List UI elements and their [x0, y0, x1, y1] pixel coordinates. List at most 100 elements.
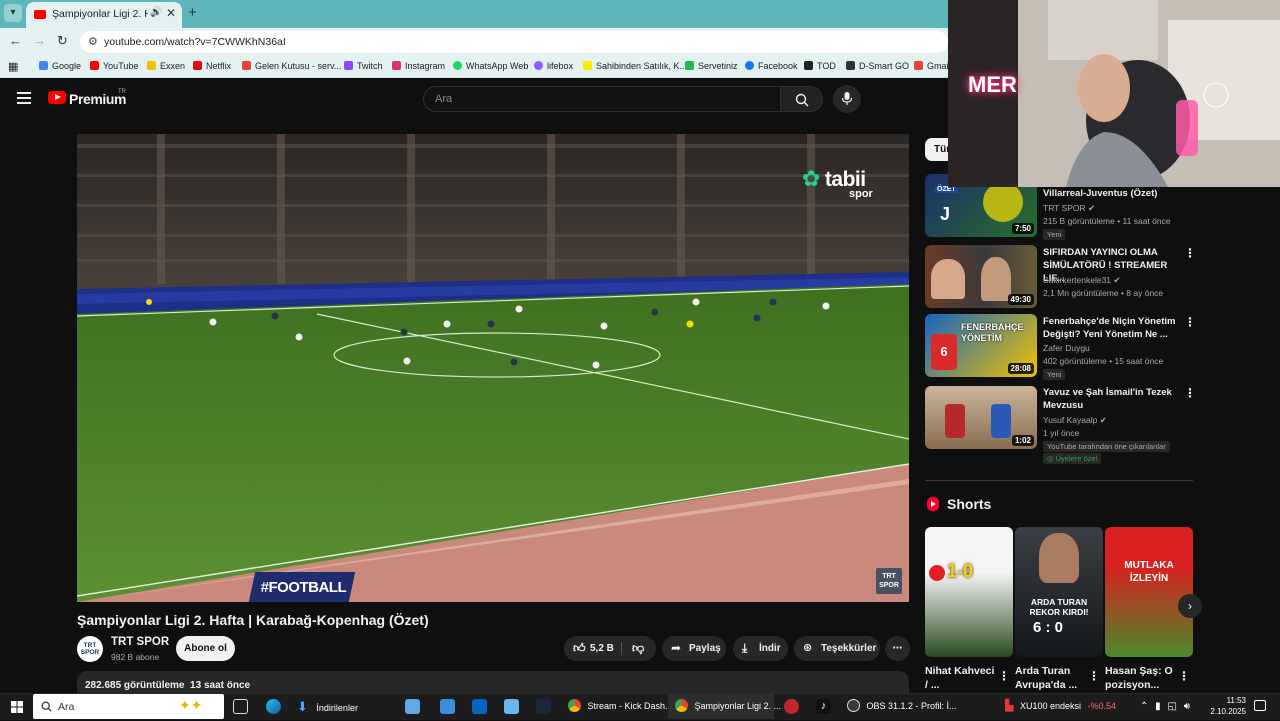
- rec-title[interactable]: Fenerbahçe'de Niçin Yönetim Değişti? Yen…: [1043, 315, 1179, 341]
- hamburger-menu-icon[interactable]: [17, 92, 31, 104]
- taskbar-search-input[interactable]: Ara ✦✦: [33, 694, 224, 719]
- bookmark-gmail[interactable]: Gmail: [914, 61, 951, 71]
- rec-featured-badge: YouTube tarafından öne çıkarılanlar: [1043, 441, 1170, 452]
- rec-thumbnail[interactable]: 1:02: [925, 386, 1037, 449]
- like-button[interactable]: 👍︎ 5,2 B: [564, 636, 620, 661]
- bookmarks-bar: ▦ Google YouTube Exxen Netflix Gelen Kut…: [0, 56, 951, 78]
- rec-more-icon[interactable]: ⋮: [1184, 315, 1196, 329]
- task-view-icon[interactable]: [233, 699, 248, 714]
- shorts-heading: Shorts: [947, 496, 992, 512]
- thanks-button[interactable]: ⊛ Teşekkürler: [794, 636, 880, 661]
- short-thumbnail[interactable]: 1-0: [925, 527, 1013, 657]
- tab-search-icon[interactable]: ▾: [4, 4, 22, 22]
- clock-date: 2.10.2025: [1210, 707, 1246, 716]
- share-button[interactable]: ➦ Paylaş: [662, 636, 726, 661]
- chevron-right-icon[interactable]: ›: [1178, 594, 1202, 618]
- new-tab-icon[interactable]: +: [188, 4, 197, 21]
- store-icon[interactable]: [405, 699, 420, 714]
- tiktok-icon[interactable]: ♪: [816, 699, 831, 714]
- steam-icon[interactable]: [536, 699, 551, 714]
- search-input[interactable]: Ara: [423, 86, 781, 112]
- short-more-icon[interactable]: ⋮: [998, 669, 1010, 683]
- bookmark-instagram[interactable]: Instagram: [392, 61, 445, 71]
- system-clock[interactable]: 11:53 2.10.2025: [1206, 695, 1246, 717]
- rec-members-badge: ◎ Üyelere özel: [1043, 453, 1102, 464]
- channel-name[interactable]: TRT SPOR: [111, 636, 169, 648]
- rec-meta: 215 B görüntüleme • 11 saat önce: [1043, 216, 1171, 226]
- subscribe-button[interactable]: Abone ol: [176, 636, 235, 661]
- bookmark-lifebox[interactable]: lifebox: [534, 61, 573, 71]
- bookmark-sahibinden[interactable]: Sahibinden Satılık, K...: [583, 61, 687, 71]
- address-bar[interactable]: ⚙ youtube.com/watch?v=7CWWKhN36aI: [80, 31, 948, 53]
- short-thumbnail[interactable]: ARDA TURAN REKOR KIRDI! 6 : 0: [1015, 527, 1103, 657]
- more-actions-button[interactable]: ⋯: [885, 636, 910, 661]
- rec-channel[interactable]: Yusuf Kayaalp ✔: [1043, 415, 1107, 426]
- bookmark-facebook[interactable]: Facebook: [745, 61, 798, 71]
- edge-browser-icon[interactable]: [266, 699, 281, 714]
- search-button[interactable]: [781, 86, 823, 112]
- rec-more-icon[interactable]: ⋮: [1184, 246, 1196, 260]
- rec-channel[interactable]: Zafer Duygu: [1043, 343, 1090, 353]
- dislike-button[interactable]: 👎︎: [622, 636, 656, 661]
- webcam-neon-sign: MER: [968, 72, 1017, 97]
- short-title[interactable]: Hasan Şaş: O pozisyon...: [1105, 664, 1175, 692]
- short-thumbnail[interactable]: MUTLAKA İZLEYİN: [1105, 527, 1193, 657]
- channel-avatar[interactable]: TRT SPOR: [77, 636, 103, 662]
- taskbar-downloads[interactable]: ⬇ İndirilenler: [293, 694, 393, 719]
- upload-age: 13 saat önce: [190, 680, 251, 691]
- taskbar-chrome-stream[interactable]: Stream - Kick Dash...: [563, 694, 673, 719]
- app-icon[interactable]: [504, 699, 519, 714]
- bookmark-dsmart[interactable]: D-Smart GO: [846, 61, 909, 71]
- download-label: İndir: [759, 643, 781, 654]
- voice-search-button[interactable]: [833, 85, 861, 113]
- tabii-spor-text: spor: [849, 188, 873, 200]
- short-title[interactable]: Nihat Kahveci / ...: [925, 664, 995, 692]
- apps-grid-icon[interactable]: ▦: [8, 60, 18, 73]
- video-player[interactable]: #FOOTBALL: [77, 134, 909, 602]
- file-manager-icon[interactable]: [440, 699, 455, 714]
- bookmark-servetiniz[interactable]: Servetiniz: [685, 61, 738, 71]
- verified-check-icon: ✔: [1113, 275, 1121, 285]
- subscriber-count: 982 B abone: [111, 652, 160, 662]
- short-title[interactable]: Arda Turan Avrupa'da ...: [1015, 664, 1085, 692]
- rec-more-icon[interactable]: ⋮: [1184, 386, 1196, 400]
- bookmark-tod[interactable]: TOD: [804, 61, 836, 71]
- system-tray-icons[interactable]: ⌃ ▮ ◱ 🔊︎: [1140, 694, 1202, 719]
- notification-icon[interactable]: [1254, 700, 1266, 711]
- bookmark-netflix[interactable]: Netflix: [193, 61, 231, 71]
- close-tab-icon[interactable]: ✕: [166, 6, 176, 20]
- rec-new-badge: Yeni: [1043, 369, 1066, 380]
- back-arrow-icon[interactable]: ←: [9, 33, 22, 48]
- rec-channel[interactable]: Bakirkertenkele31 ✔: [1043, 275, 1121, 286]
- bookmark-twitch[interactable]: Twitch: [344, 61, 383, 71]
- rec-thumbnail[interactable]: 49:30: [925, 245, 1037, 308]
- ticker-chart-icon: ▙: [1005, 700, 1014, 712]
- app-icon[interactable]: [784, 699, 799, 714]
- short-more-icon[interactable]: ⋮: [1088, 669, 1100, 683]
- reload-icon[interactable]: ↻: [57, 33, 68, 49]
- rec-duration: 49:30: [1007, 294, 1034, 305]
- outlook-icon[interactable]: [472, 699, 487, 714]
- bookmark-gmail-inbox[interactable]: Gelen Kutusu - serv...: [242, 61, 341, 71]
- short-more-icon[interactable]: ⋮: [1178, 669, 1190, 683]
- bookmark-exxen[interactable]: Exxen: [147, 61, 185, 71]
- rec-thumbnail[interactable]: FENERBAHÇE YÖNETİM 6 28:08: [925, 314, 1037, 377]
- taskbar-chrome-youtube[interactable]: Şampiyonlar Ligi 2. ...: [668, 694, 781, 719]
- windows-start-icon[interactable]: [11, 700, 23, 713]
- youtube-logo-icon[interactable]: [48, 91, 66, 104]
- browser-tab-active[interactable]: Şampiyonlar Ligi 2. Hafta | K 🔊 ✕: [26, 2, 182, 28]
- download-button[interactable]: ⤓ İndir: [733, 636, 788, 661]
- bookmark-google[interactable]: Google: [39, 61, 81, 71]
- rec-meta: 402 görüntüleme • 15 saat önce: [1043, 356, 1164, 366]
- bookmark-youtube[interactable]: YouTube: [90, 61, 138, 71]
- site-info-icon[interactable]: ⚙: [88, 35, 98, 48]
- forward-arrow-icon[interactable]: →: [33, 33, 46, 48]
- rec-title[interactable]: Yavuz ve Şah İsmail'in Tezek Mevzusu: [1043, 386, 1179, 412]
- stock-ticker-widget[interactable]: ▙ XU100 endeksi -%0.54: [1005, 694, 1130, 719]
- rec-channel[interactable]: TRT SPOR ✔: [1043, 203, 1095, 214]
- youtube-favicon-icon: [34, 10, 46, 19]
- bookmark-whatsapp[interactable]: WhatsApp Web: [453, 61, 528, 71]
- audio-playing-icon[interactable]: 🔊: [150, 7, 162, 18]
- taskbar-obs[interactable]: OBS 31.1.2 - Profil: İ...: [842, 694, 957, 719]
- rec-title[interactable]: Villarreal-Juventus (Özet): [1043, 187, 1179, 200]
